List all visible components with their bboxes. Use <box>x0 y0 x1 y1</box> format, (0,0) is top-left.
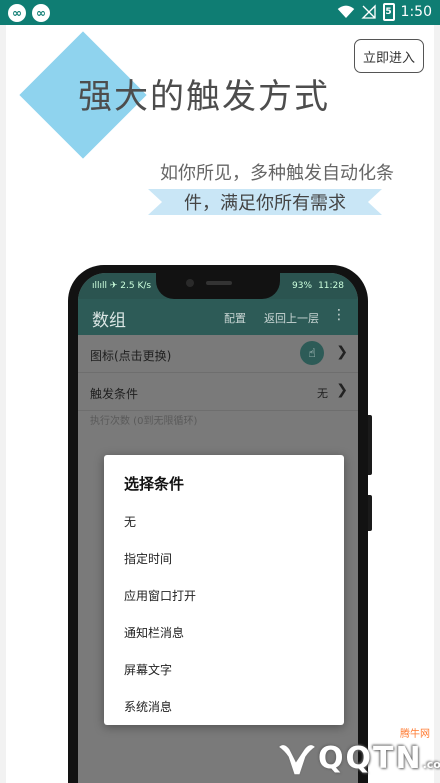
infinity-icon: ∞ <box>32 4 50 22</box>
app-toolbar: 数组 配置 返回上一层 ⋮ <box>78 299 358 335</box>
phone-clock: 11:28 <box>318 281 344 291</box>
app-title: 数组 <box>92 311 126 331</box>
speaker-grille <box>206 281 232 285</box>
dialog-option[interactable]: 系统消息 <box>124 698 172 715</box>
no-signal-icon <box>360 4 376 19</box>
camera-icon <box>186 279 194 287</box>
dialog-option[interactable]: 通知栏消息 <box>124 624 184 641</box>
chevron-right-icon: ❯ <box>336 382 348 398</box>
dialog-option[interactable]: 无 <box>124 513 136 530</box>
battery-icon: 5 <box>382 3 395 21</box>
more-options-icon[interactable]: ⋮ <box>332 307 346 323</box>
dialog-title: 选择条件 <box>124 475 185 493</box>
wifi-icon <box>337 5 354 18</box>
infinity-icon: ∞ <box>8 4 26 22</box>
promo-page: 立即进入 强大的触发方式 如你所见，多种触发自动化条 件，满足你所有需求 ıll… <box>6 25 434 783</box>
promo-subtitle: 如你所见，多种触发自动化条 件，满足你所有需求 <box>134 159 394 215</box>
touch-hand-icon[interactable]: ☝ <box>300 341 324 365</box>
watermark: 腾牛网 QQTN.com <box>270 725 440 783</box>
phone-screen: ıllıll ✈ 2.5 K/s 93% 11:28 数组 配置 返回上一层 ⋮… <box>78 273 358 783</box>
chevron-right-icon: ❯ <box>336 344 348 360</box>
trigger-row-value: 无 <box>317 387 328 400</box>
status-bar: ∞ ∞ 5 1:50 <box>0 0 440 25</box>
trigger-row-label: 触发条件 <box>90 387 139 401</box>
dialog-option[interactable]: 屏幕文字 <box>124 661 172 678</box>
watermark-logo-main: QQTN <box>318 741 423 776</box>
enter-now-button[interactable]: 立即进入 <box>354 39 424 73</box>
phone-power-button <box>368 495 372 531</box>
icon-row-label: 图标(点击更换) <box>90 349 172 363</box>
battery-level: 5 <box>385 7 392 17</box>
phone-signal-info: ıllıll ✈ 2.5 K/s <box>92 281 152 291</box>
watermark-logo-text: QQTN.com <box>318 741 440 776</box>
subtitle-ribbon: 件，满足你所有需求 <box>148 189 382 215</box>
exec-count-hint[interactable]: 执行次数 (0到无限循环) <box>90 412 197 427</box>
phone-mockup: ıllıll ✈ 2.5 K/s 93% 11:28 数组 配置 返回上一层 ⋮… <box>68 265 372 783</box>
promo-headline: 强大的触发方式 <box>78 77 330 117</box>
subtitle-line-1: 如你所见，多种触发自动化条 <box>160 163 394 184</box>
watermark-logo-suffix: .com <box>422 758 440 771</box>
phone-battery: 93% <box>292 281 313 291</box>
bull-logo-icon <box>276 743 318 776</box>
phone-notch <box>156 273 280 299</box>
dialog-option[interactable]: 应用窗口打开 <box>124 587 196 604</box>
trigger-row[interactable]: 触发条件 无 ❯ <box>78 373 358 411</box>
back-level-button[interactable]: 返回上一层 <box>264 310 319 326</box>
watermark-site-name: 腾牛网 <box>400 729 430 740</box>
icon-row[interactable]: 图标(点击更换) ☝ ❯ <box>78 335 358 373</box>
clock: 1:50 <box>400 4 432 20</box>
select-condition-dialog: 选择条件 无 指定时间 应用窗口打开 通知栏消息 屏幕文字 系统消息 <box>104 455 344 725</box>
config-button[interactable]: 配置 <box>224 310 246 326</box>
dialog-option[interactable]: 指定时间 <box>124 550 172 567</box>
phone-volume-button <box>368 415 372 475</box>
